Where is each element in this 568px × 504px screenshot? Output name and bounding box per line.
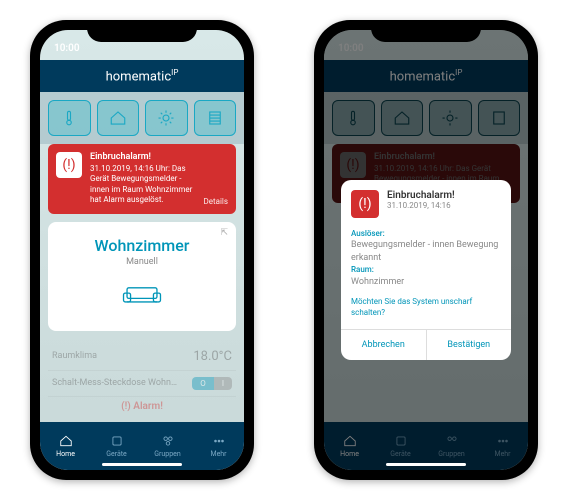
alarm-title: Einbruchalarm!: [90, 152, 196, 164]
thermometer-icon: [60, 109, 78, 127]
row-socket-label: Schalt-Mess-Steckdose Wohn…: [52, 378, 177, 388]
phone-left: 10:00 homematicIP (!) Einbruchala: [30, 20, 254, 480]
background-rows: Raumklima 18.0°C Schalt-Mess-Steckdose W…: [40, 343, 244, 416]
category-tiles: [40, 92, 244, 144]
alarm-details-button[interactable]: Details: [204, 197, 228, 206]
phone-right: 10:00 homematicIP (!) Einbruchalarm! 31.…: [314, 20, 538, 480]
socket-switch[interactable]: O I: [192, 377, 232, 390]
sofa-icon: [58, 279, 226, 313]
phone-notch: [371, 20, 481, 42]
house-icon: [109, 109, 127, 127]
row-climate-value: 18.0°C: [193, 349, 232, 364]
app-header: homematicIP: [40, 60, 244, 92]
alarm-banner[interactable]: (!) Einbruchalarm! 31.10.2019, 14:16 Uhr…: [48, 144, 236, 213]
modal-trigger-label: Auslöser:: [351, 228, 501, 239]
alarm-body: 31.10.2019, 14:16 Uhr: Das Gerät Bewegun…: [90, 164, 196, 206]
alarm-icon: (!): [351, 190, 379, 218]
alarm-modal: (!) Einbruchalarm! 31.10.2019, 14:16 Aus…: [341, 180, 511, 360]
nav-home[interactable]: Home: [40, 422, 91, 470]
modal-room-value: Wohnzimmer: [351, 276, 501, 289]
modal-room-label: Raum:: [351, 264, 501, 275]
sun-icon: [157, 109, 175, 127]
brand-logo: homematicIP: [40, 68, 244, 84]
screen-right: 10:00 homematicIP (!) Einbruchalarm! 31.…: [324, 30, 528, 470]
room-name: Wohnzimmer: [58, 236, 226, 255]
modal-trigger-value: Bewegungsmelder - innen Bewegung erkannt: [351, 239, 501, 264]
screen-left: 10:00 homematicIP (!) Einbruchala: [40, 30, 244, 470]
cancel-button[interactable]: Abbrechen: [341, 330, 427, 360]
home-indicator[interactable]: [102, 463, 182, 466]
tile-security[interactable]: [97, 100, 140, 136]
confirm-button[interactable]: Bestätigen: [427, 330, 512, 360]
row-climate-label: Raumklima: [52, 351, 97, 361]
modal-date: 31.10.2019, 14:16: [387, 201, 455, 210]
modal-question: Möchten Sie das System unscharf schalten…: [351, 296, 501, 318]
home-indicator[interactable]: [386, 463, 466, 466]
tile-light[interactable]: [145, 100, 188, 136]
status-time: 10:00: [54, 43, 80, 54]
pin-icon: ⇱: [220, 228, 228, 238]
alarm-strip[interactable]: (!) Alarm!: [48, 397, 236, 416]
phone-notch: [87, 20, 197, 42]
tile-shutter[interactable]: [194, 100, 237, 136]
alarm-icon: (!): [56, 152, 82, 178]
nav-more[interactable]: Mehr: [193, 422, 244, 470]
room-mode: Manuell: [58, 257, 226, 267]
modal-title: Einbruchalarm!: [387, 190, 455, 201]
blinds-icon: [206, 109, 224, 127]
room-card[interactable]: ⇱ Wohnzimmer Manuell: [48, 222, 236, 331]
tile-climate[interactable]: [48, 100, 91, 136]
